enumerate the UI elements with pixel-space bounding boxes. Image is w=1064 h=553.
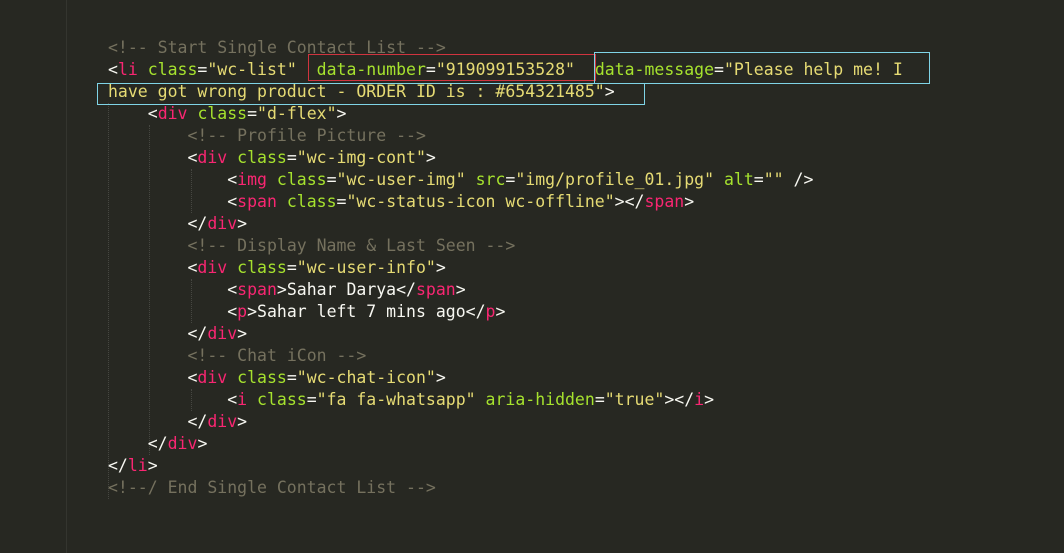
li-tag: li [117,60,138,79]
user-info-class: "wc-user-info" [296,258,436,277]
code-line-18: </div> [187,412,248,431]
code-line-20: </li> [108,456,158,475]
comment-chat: <!-- Chat iCon --> [187,346,367,365]
code-line-19: </div> [147,434,208,453]
code-line-15: <!-- Chat iCon --> [108,345,1064,367]
code-line-7: <img class="wc-user-img" src="img/profil… [227,170,814,189]
comment-start: <!-- Start Single Contact List --> [108,38,446,57]
data-number-attr: data-number [316,60,426,79]
code-line-21: <!--/ End Single Contact List --> [108,477,1064,499]
code-line-9: </div> [187,214,248,233]
aria-hidden-value: "true" [604,390,665,409]
comment-end: <!--/ End Single Contact List --> [108,478,436,497]
img-class: "wc-user-img" [336,170,466,189]
code-line-17: <i class="fa fa-whatsapp" aria-hidden="t… [227,390,715,409]
code-line-3: have got wrong product - ORDER ID is : #… [108,82,615,101]
code-editor[interactable]: <!-- Start Single Contact List --> <li c… [97,37,1064,553]
code-line-13: <p>Sahar left 7 mins ago</p> [227,302,506,321]
li-class-value: "wc-list" [207,60,297,79]
i-class: "fa fa-whatsapp" [316,390,476,409]
editor-gutter [0,0,67,553]
code-line-4: <div class="d-flex"> [147,104,347,123]
code-line-10: <!-- Display Name & Last Seen --> [108,235,1064,257]
data-message-attr: data-message [594,60,715,79]
data-number-value: "919099153528" [435,60,575,79]
code-line-5: <!-- Profile Picture --> [108,125,1064,147]
code-line-8: <span class="wc-status-icon wc-offline">… [227,192,695,211]
comment-display: <!-- Display Name & Last Seen --> [187,236,516,255]
chat-icon-class: "wc-chat-icon" [296,368,436,387]
div-dflex-class: "d-flex" [257,104,337,123]
code-line-11: <div class="wc-user-info"> [187,258,446,277]
code-line-6: <div class="wc-img-cont"> [187,148,436,167]
code-line-1: <!-- Start Single Contact List --> [108,37,1064,59]
img-src: "img/profile_01.jpg" [515,170,715,189]
comment-profile: <!-- Profile Picture --> [187,126,426,145]
img-cont-class: "wc-img-cont" [296,148,426,167]
data-message-value-2: have got wrong product - ORDER ID is : #… [108,82,605,101]
img-alt: "" [763,170,784,189]
user-name-text: Sahar Darya [286,280,397,299]
status-icon-class: "wc-status-icon wc-offline" [346,192,615,211]
code-line-2: <li class="wc-list" data-number="9190991… [108,60,903,79]
data-message-value-1: "Please help me! I [723,60,903,79]
code-line-14: </div> [187,324,248,343]
last-seen-text: Sahar left 7 mins ago [257,302,466,321]
code-line-16: <div class="wc-chat-icon"> [187,368,446,387]
code-line-12: <span>Sahar Darya</span> [227,280,466,299]
